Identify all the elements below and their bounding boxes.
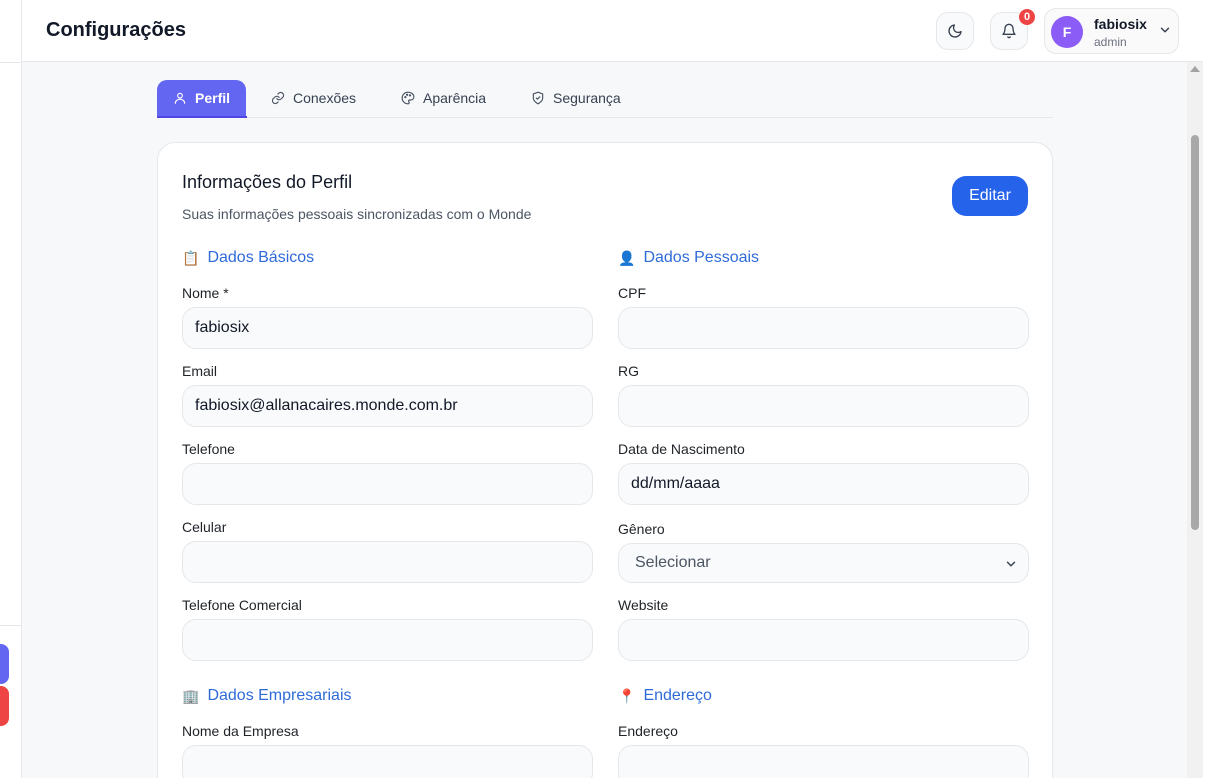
- section-endereco: 📍 Endereço: [618, 687, 712, 705]
- genero-select[interactable]: Selecionar: [618, 543, 1029, 583]
- profile-card: Informações do Perfil Suas informações p…: [157, 142, 1053, 778]
- user-role: admin: [1094, 35, 1127, 49]
- avatar: F: [1051, 16, 1083, 48]
- sidebar-logout-button[interactable]: [0, 686, 9, 726]
- user-name: fabiosix: [1094, 16, 1147, 32]
- email-label: Email: [182, 363, 218, 379]
- active-tab-indicator: [157, 116, 247, 118]
- email-value: fabiosix@allanacaires.monde.com.br: [195, 397, 458, 414]
- section-title: Dados Empresariais: [207, 687, 352, 704]
- tab-aparencia[interactable]: Aparência: [385, 80, 502, 116]
- user-menu-button[interactable]: F fabiosix admin: [1044, 8, 1179, 54]
- nome-field[interactable]: fabiosix: [182, 307, 593, 349]
- theme-toggle-button[interactable]: [936, 12, 974, 50]
- email-field[interactable]: fabiosix@allanacaires.monde.com.br: [182, 385, 593, 427]
- tab-label: Perfil: [195, 90, 231, 106]
- window-edge: [1203, 0, 1210, 778]
- chevron-down-icon: [1160, 27, 1170, 33]
- section-title: Endereço: [643, 687, 712, 704]
- page-title: Configurações: [46, 19, 187, 41]
- section-dados-basicos: 📋 Dados Básicos: [182, 249, 314, 267]
- sidebar: [0, 0, 22, 778]
- nascimento-field[interactable]: dd/mm/aaaa: [618, 463, 1029, 505]
- palette-icon: [401, 91, 415, 105]
- rg-field[interactable]: [618, 385, 1029, 427]
- section-dados-empresariais: 🏢 Dados Empresariais: [182, 687, 352, 705]
- person-icon: 👤: [618, 249, 636, 266]
- building-icon: 🏢: [182, 687, 200, 704]
- cpf-field[interactable]: [618, 307, 1029, 349]
- user-icon: [174, 92, 186, 104]
- top-header: Configurações 0 F fabiosix admin: [22, 0, 1203, 62]
- genero-label: Gênero: [618, 521, 665, 537]
- empresa-field[interactable]: [182, 745, 593, 778]
- tab-label: Segurança: [553, 90, 621, 106]
- sidebar-divider: [0, 625, 22, 626]
- tab-label: Aparência: [423, 90, 487, 106]
- shield-icon: [532, 91, 544, 105]
- tab-perfil[interactable]: Perfil: [157, 80, 247, 116]
- notification-count-badge: 0: [1019, 9, 1035, 25]
- link-icon: [271, 91, 285, 105]
- section-title: Dados Pessoais: [643, 249, 760, 266]
- telefone-field[interactable]: [182, 463, 593, 505]
- sidebar-action-button[interactable]: [0, 644, 9, 684]
- rg-label: RG: [618, 363, 639, 379]
- tab-label: Conexões: [293, 90, 357, 106]
- section-dados-pessoais: 👤 Dados Pessoais: [618, 249, 759, 267]
- telefone-comercial-field[interactable]: [182, 619, 593, 661]
- endereco-field[interactable]: [618, 745, 1029, 778]
- empresa-label: Nome da Empresa: [182, 723, 299, 739]
- clipboard-icon: 📋: [182, 249, 200, 266]
- tab-conexoes[interactable]: Conexões: [255, 80, 372, 116]
- settings-tabs: Perfil Conexões Aparência Segurança: [157, 80, 1053, 118]
- pin-icon: 📍: [618, 687, 636, 704]
- moon-icon: [948, 24, 962, 38]
- section-title: Dados Básicos: [207, 249, 315, 266]
- cpf-label: CPF: [618, 285, 646, 301]
- card-title: Informações do Perfil: [182, 172, 353, 192]
- chevron-down-icon: [1006, 561, 1016, 567]
- nome-label: Nome *: [182, 285, 229, 301]
- website-label: Website: [618, 597, 669, 613]
- genero-selected-value: Selecionar: [635, 554, 711, 571]
- celular-label: Celular: [182, 519, 227, 535]
- endereco-label: Endereço: [618, 723, 678, 739]
- telefone-comercial-label: Telefone Comercial: [182, 597, 302, 613]
- sidebar-divider: [0, 62, 22, 63]
- card-subtitle: Suas informações pessoais sincronizadas …: [182, 206, 532, 222]
- celular-field[interactable]: [182, 541, 593, 583]
- telefone-label: Telefone: [182, 441, 235, 457]
- nascimento-placeholder: dd/mm/aaaa: [631, 475, 720, 492]
- bell-icon: [1002, 23, 1016, 39]
- nome-value: fabiosix: [195, 319, 250, 336]
- tab-seguranca[interactable]: Segurança: [515, 80, 637, 116]
- scrollbar-thumb[interactable]: [1191, 135, 1199, 530]
- edit-button[interactable]: Editar: [952, 176, 1028, 216]
- website-field[interactable]: [618, 619, 1029, 661]
- scroll-up-arrow-icon[interactable]: [1190, 66, 1200, 72]
- notifications-button[interactable]: 0: [990, 9, 1035, 50]
- nascimento-label: Data de Nascimento: [618, 441, 745, 457]
